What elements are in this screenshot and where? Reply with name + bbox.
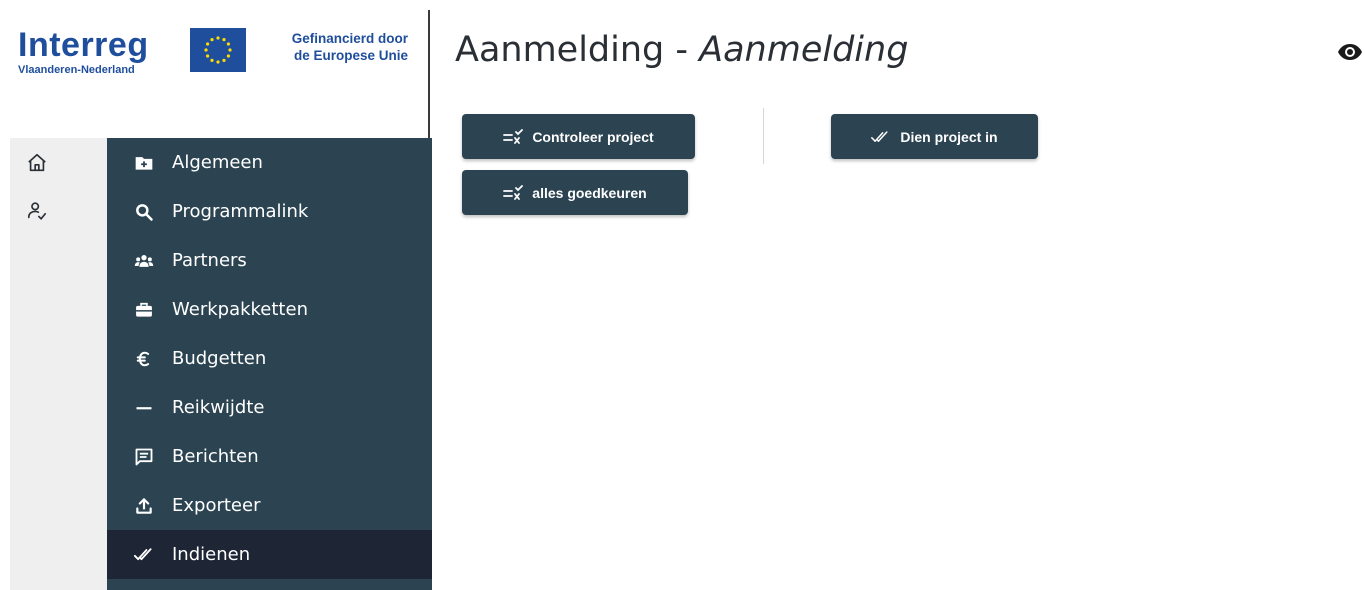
nav-label: Berichten [172,446,259,467]
nav-item-reikwijdte[interactable]: Reikwijdte [107,383,432,432]
nav-label: Reikwijdte [172,397,265,418]
page-title-prefix: Aanmelding - [455,30,700,70]
checklist-icon [503,184,524,200]
logo-word: Interreg [18,26,149,64]
nav-label: Algemeen [172,152,263,173]
euro-icon [133,348,155,370]
nav-label: Werkpakketten [172,299,308,320]
action-divider [763,108,764,164]
nav-label: Programmalink [172,201,309,222]
nav-item-algemeen[interactable]: Algemeen [107,138,432,187]
nav-item-werkpakketten[interactable]: Werkpakketten [107,285,432,334]
briefcase-icon [133,299,155,321]
nav-label: Indienen [172,544,251,565]
nav-item-berichten[interactable]: Berichten [107,432,432,481]
users-icon [133,250,155,272]
nav-item-partners[interactable]: Partners [107,236,432,285]
nav-item-budgetten[interactable]: Budgetten [107,334,432,383]
submit-project-label: Dien project in [900,128,998,145]
checklist-icon [503,128,524,144]
user-check-icon[interactable] [24,198,50,224]
eu-text-line1: Gefinancierd door [291,31,408,46]
eye-icon[interactable] [1337,40,1363,64]
upload-icon [133,495,155,517]
nav-label: Exporteer [172,495,261,516]
nav-item-exporteer[interactable]: Exporteer [107,481,432,530]
check-project-button[interactable]: Controleer project [462,114,695,159]
eu-text-line2: de Europese Unie [293,48,408,63]
page-title: Aanmelding - Aanmelding [455,30,908,70]
eu-funding-text: Gefinancierd door de Europese Unie [258,30,408,64]
branding-header: Interreg Vlaanderen-Nederland Gefinancie… [0,0,430,138]
message-icon [133,446,155,468]
nav-item-indienen[interactable]: Indienen [107,530,432,579]
double-check-icon [133,544,155,566]
folder-plus-icon [133,152,155,174]
nav-label: Partners [172,250,247,271]
check-project-label: Controleer project [532,128,654,145]
double-check-icon [871,130,888,142]
approve-all-label: alles goedkeuren [532,184,647,201]
eu-flag-icon [190,28,246,72]
side-navigation: Algemeen Programmalink Partners Werkpakk… [107,138,432,590]
search-icon [133,201,155,223]
home-icon[interactable] [24,150,50,176]
approve-all-button[interactable]: alles goedkeuren [462,170,688,215]
logo-subtitle: Vlaanderen-Nederland [18,64,135,76]
nav-item-programmalink[interactable]: Programmalink [107,187,432,236]
header-divider [428,10,430,138]
nav-label: Budgetten [172,348,267,369]
minus-icon [133,397,155,419]
interreg-logo: Interreg Vlaanderen-Nederland [18,28,149,76]
submit-project-button[interactable]: Dien project in [831,114,1038,159]
page-title-italic: Aanmelding [699,30,909,70]
icon-rail [10,138,107,590]
